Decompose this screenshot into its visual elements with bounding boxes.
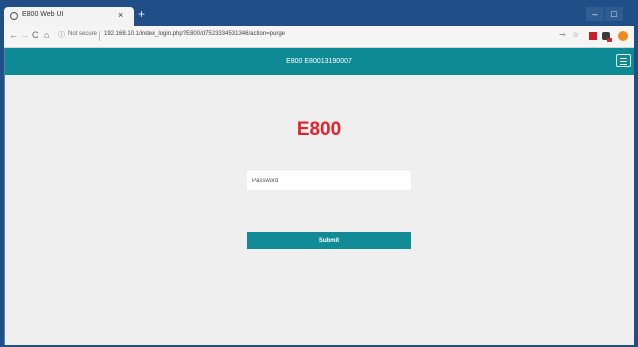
address-toolbar: ← → C ⌂ ⓘ Not secure 192.168.10.1/index_… (4, 26, 634, 48)
tab-title: E800 Web UI (22, 11, 64, 18)
address-url[interactable]: 192.168.10.1/index_login.php?E800/d75233… (104, 31, 285, 37)
hamburger-menu-button[interactable] (616, 54, 631, 67)
menu-line (620, 61, 627, 62)
submit-button[interactable]: Submit (247, 232, 411, 249)
star-icon[interactable]: ☆ (572, 30, 579, 39)
pdf-extension-icon[interactable] (589, 32, 597, 40)
menu-line (620, 58, 627, 59)
tab-close-icon[interactable]: × (118, 10, 123, 20)
tab-strip: E800 Web UI × + – □ (4, 4, 634, 26)
window-edge (4, 48, 5, 345)
browser-window: E800 Web UI × + – □ ← → C ⌂ ⓘ Not secure… (4, 4, 634, 345)
password-input[interactable] (247, 171, 411, 190)
browser-tab[interactable]: E800 Web UI × (4, 7, 134, 26)
home-icon[interactable]: ⌂ (44, 30, 49, 40)
back-icon[interactable]: ← (9, 30, 18, 40)
security-label[interactable]: Not secure (68, 31, 97, 37)
forward-icon[interactable]: → (20, 30, 29, 40)
brand-title: E800 (296, 119, 342, 140)
menu-line (620, 64, 627, 65)
app-header: E800 E80013190007 (4, 48, 634, 75)
info-icon[interactable]: ⓘ (58, 30, 65, 40)
globe-icon (10, 12, 18, 20)
header-title: E800 E80013190007 (286, 58, 352, 65)
profile-avatar-icon[interactable] (618, 31, 628, 41)
address-divider (99, 31, 100, 41)
minimize-button[interactable]: – (586, 7, 604, 21)
key-icon[interactable]: ⊸ (559, 30, 566, 39)
toolbox-extension-icon[interactable] (602, 32, 612, 42)
reload-icon[interactable]: C (32, 30, 39, 40)
new-tab-button[interactable]: + (138, 7, 145, 21)
maximize-button[interactable]: □ (605, 7, 623, 21)
